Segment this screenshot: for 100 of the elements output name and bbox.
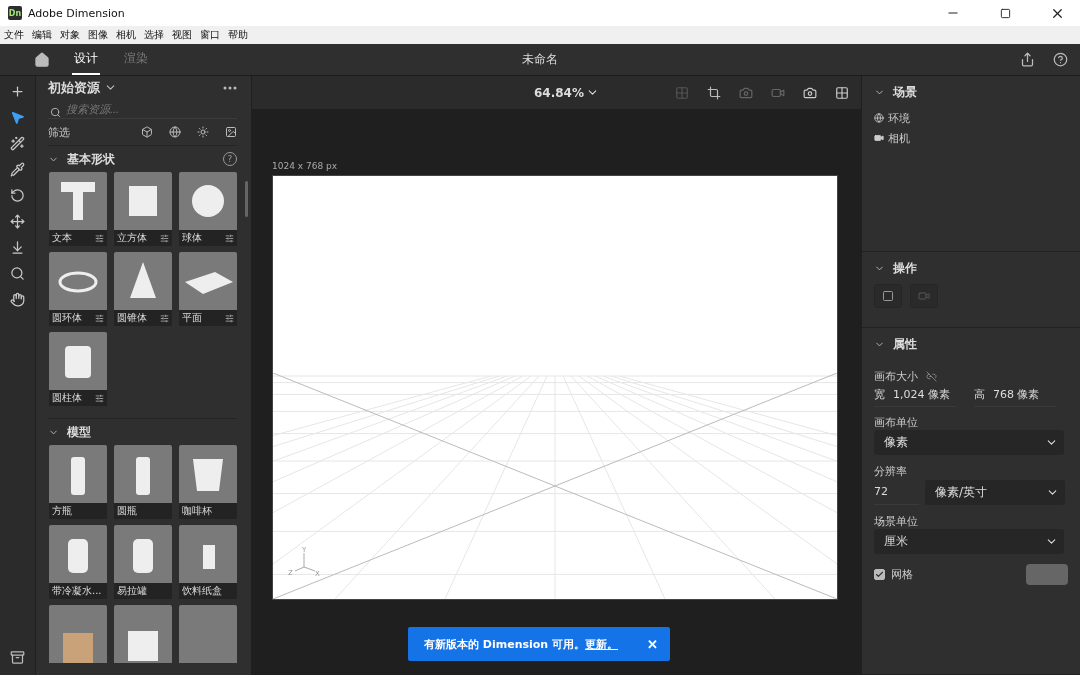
resolution-unit-dropdown[interactable]: 像素/英寸 — [925, 479, 1065, 505]
sliders-icon[interactable] — [95, 313, 104, 323]
asset-label: 平面 — [182, 311, 202, 326]
asset-tile[interactable]: 平面 — [179, 252, 237, 327]
asset-tile[interactable]: 球体 — [179, 172, 237, 247]
menu-item[interactable]: 编辑 — [32, 28, 52, 42]
magic-wand-icon — [10, 136, 25, 151]
scene-unit-dropdown[interactable]: 厘米 — [874, 529, 1064, 554]
canvas-unit-dropdown[interactable]: 像素 — [874, 430, 1064, 455]
asset-tile[interactable]: 饮料纸盒 — [179, 525, 237, 599]
tool-button[interactable] — [10, 110, 25, 125]
tool-button[interactable] — [10, 214, 25, 229]
camera-icon[interactable] — [739, 85, 753, 100]
width-field[interactable]: 宽 1,024 像素 — [874, 383, 956, 407]
asset-label: 方瓶 — [52, 504, 72, 518]
section-title: 基本形状 — [67, 150, 116, 168]
menu-item[interactable]: 窗口 — [200, 28, 220, 42]
asset-tile[interactable]: 易拉罐 — [114, 525, 172, 599]
sliders-icon[interactable] — [95, 393, 104, 403]
image-filter-button[interactable] — [225, 126, 237, 139]
share-button[interactable] — [1020, 52, 1035, 67]
asset-label: 易拉罐 — [117, 584, 147, 598]
move-icon — [10, 214, 25, 229]
zoom-icon — [10, 266, 25, 281]
asset-thumbnail — [49, 605, 107, 663]
library-title[interactable]: 初始资源 — [48, 78, 100, 97]
tool-button[interactable] — [10, 266, 25, 281]
search-field[interactable]: 搜索资源... — [48, 99, 237, 120]
menu-item[interactable]: 相机 — [116, 28, 136, 42]
asset-tile[interactable]: 圆柱体 — [49, 332, 107, 407]
globe-icon — [874, 113, 884, 123]
tool-button[interactable] — [10, 136, 25, 151]
asset-tile[interactable]: 咖啡杯 — [179, 445, 237, 519]
more-button[interactable] — [223, 85, 237, 90]
sliders-icon[interactable] — [95, 233, 104, 243]
field-label: 画布单位 — [874, 414, 918, 430]
menu-item[interactable]: 对象 — [60, 28, 80, 42]
sliders-icon[interactable] — [225, 313, 234, 323]
close-button[interactable]: ✕ — [647, 636, 658, 652]
home-icon — [34, 51, 50, 68]
scene-item[interactable]: 相机 — [874, 128, 1068, 148]
grid-label: 网格 — [891, 567, 913, 582]
material-filter-button[interactable] — [169, 126, 181, 139]
tool-button[interactable] — [10, 84, 25, 99]
update-link[interactable]: 更新。 — [585, 637, 619, 651]
field-label: 画布大小 — [874, 368, 918, 384]
archive-icon — [10, 650, 25, 665]
asset-thumbnail — [114, 525, 172, 583]
model-filter-button[interactable] — [141, 126, 153, 139]
tool-button[interactable] — [10, 292, 25, 307]
tool-button[interactable] — [10, 240, 25, 255]
asset-tile[interactable] — [49, 605, 107, 663]
zoom-dropdown[interactable]: 64.84% — [528, 84, 675, 101]
scrollbar-thumb[interactable] — [245, 181, 248, 217]
asset-tile[interactable]: 文本 — [49, 172, 107, 247]
section-title: 场景 — [893, 83, 918, 101]
height-field[interactable]: 高 768 像素 — [974, 383, 1056, 407]
scene-item[interactable]: 环境 — [874, 108, 1068, 128]
grid-checkbox[interactable] — [874, 569, 885, 580]
asset-label: 咖啡杯 — [182, 504, 212, 518]
more-icon — [223, 85, 237, 90]
eyedropper-icon — [10, 162, 25, 177]
menu-item[interactable]: 图像 — [88, 28, 108, 42]
sliders-icon[interactable] — [160, 313, 169, 323]
help-icon — [1053, 52, 1068, 67]
help-button[interactable] — [1053, 52, 1068, 67]
sliders-icon[interactable] — [160, 233, 169, 243]
asset-tile[interactable]: 方瓶 — [49, 445, 107, 519]
grid-color-swatch[interactable] — [1026, 564, 1068, 585]
asset-thumbnail — [179, 252, 237, 311]
asset-tile[interactable] — [179, 605, 237, 663]
fit-canvas-button[interactable] — [874, 284, 902, 308]
menu-item[interactable]: 文件 — [4, 28, 24, 42]
home-button[interactable] — [34, 51, 50, 68]
sliders-icon[interactable] — [225, 233, 234, 243]
menu-item[interactable]: 帮助 — [228, 28, 248, 42]
asset-label: 球体 — [182, 231, 202, 246]
resolution-field[interactable]: 72 — [874, 479, 919, 505]
tool-button[interactable] — [10, 162, 25, 177]
update-message: 有新版本的 Dimension 可用。更新。 — [424, 636, 620, 652]
asset-tile[interactable]: 圆瓶 — [114, 445, 172, 519]
asset-tile[interactable] — [114, 605, 172, 663]
filter-label: 筛选 — [48, 124, 71, 140]
check-icon — [875, 570, 884, 579]
asset-tile[interactable]: 带冷凝水... — [49, 525, 107, 599]
light-filter-button[interactable] — [197, 126, 209, 139]
section-title: 操作 — [893, 259, 918, 277]
menu-item[interactable]: 选择 — [144, 28, 164, 42]
asset-tile[interactable]: 立方体 — [114, 172, 172, 247]
window-title: Adobe Dimension — [28, 6, 126, 20]
unlink-icon[interactable] — [926, 370, 937, 382]
asset-tile[interactable]: 圆锥体 — [114, 252, 172, 327]
hand-icon — [10, 292, 25, 307]
scene-item-label: 环境 — [888, 110, 910, 126]
add-icon — [10, 84, 25, 99]
archive-button[interactable] — [10, 650, 25, 665]
menu-item[interactable]: 视图 — [172, 28, 192, 42]
asset-tile[interactable]: 圆环体 — [49, 252, 107, 327]
tool-button[interactable] — [10, 188, 25, 203]
asset-thumbnail — [179, 605, 237, 663]
